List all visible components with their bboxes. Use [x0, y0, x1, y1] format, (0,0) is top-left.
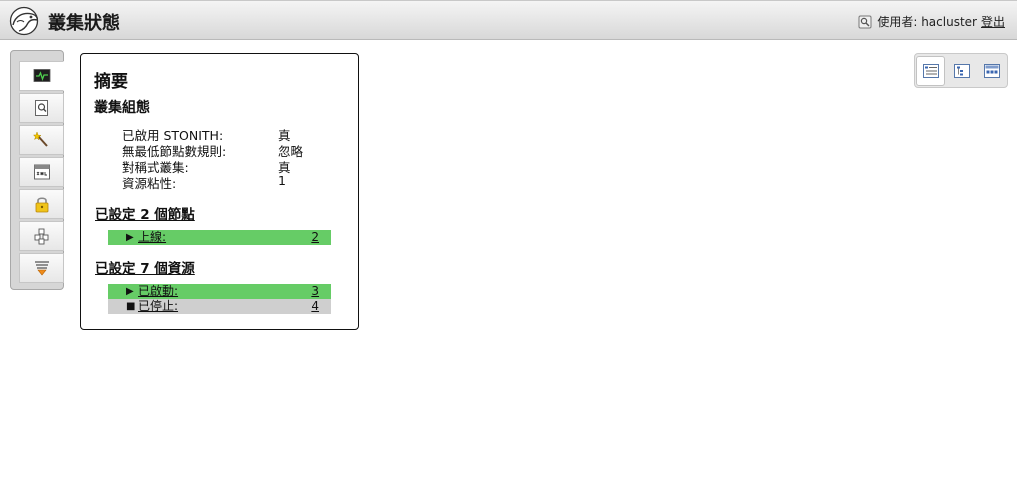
- user-area: 使用者: hacluster 登出: [858, 13, 1005, 30]
- sidebar: [10, 50, 64, 290]
- property-key: 資源粘性:: [122, 176, 177, 191]
- summary-title: 摘要: [94, 72, 128, 92]
- property-row: 對稱式叢集: 真: [122, 157, 352, 175]
- nodes-configured-link[interactable]: 已設定 2 個節點: [95, 203, 195, 223]
- monitor-icon: [33, 69, 50, 82]
- sidebar-item-access[interactable]: [19, 189, 64, 219]
- nodes-online-label[interactable]: 上線:: [138, 230, 166, 245]
- top-bar: 叢集狀態 使用者: hacluster 登出: [0, 0, 1017, 40]
- sidebar-item-batch[interactable]: [19, 253, 64, 283]
- sidebar-item-tools[interactable]: [19, 125, 64, 155]
- expand-arrow-icon: ▶: [126, 232, 134, 243]
- list-view-icon: [922, 64, 939, 78]
- property-row: 資源粘性: 1: [122, 173, 352, 191]
- tree-view-button[interactable]: [947, 56, 976, 86]
- grid-view-icon: [983, 64, 1000, 78]
- resources-stopped-row[interactable]: ■ 已停止: 4: [108, 299, 331, 314]
- user-label: 使用者: hacluster: [877, 15, 977, 29]
- nodes-online-row[interactable]: ▶ 上線: 2: [108, 230, 331, 245]
- chameleon-logo-icon: [9, 6, 39, 36]
- filter-icon: [34, 261, 49, 276]
- cluster-config-title: 叢集組態: [94, 100, 150, 116]
- sidebar-item-history[interactable]: [19, 93, 64, 123]
- property-row: 已啟用 STONITH: 真: [122, 125, 352, 143]
- stopped-square-icon: ■: [126, 301, 136, 312]
- resources-stopped-count[interactable]: 4: [311, 299, 319, 314]
- app-title: 叢集狀態: [48, 13, 120, 34]
- user-search-icon: [858, 15, 872, 28]
- property-row: 無最低節點數規則: 忽略: [122, 141, 352, 159]
- view-toggle-group: [914, 53, 1008, 88]
- nodes-online-count[interactable]: 2: [311, 230, 319, 245]
- xml-icon: [33, 164, 50, 180]
- lock-icon: [35, 197, 48, 213]
- resources-started-row[interactable]: ▶ 已啟動: 3: [108, 284, 331, 299]
- sidebar-item-dashboard[interactable]: [19, 61, 64, 91]
- resources-configured-link[interactable]: 已設定 7 個資源: [95, 257, 195, 277]
- expand-arrow-icon: ▶: [126, 286, 134, 297]
- grid-view-button[interactable]: [977, 56, 1006, 86]
- tree-view-icon: [953, 64, 970, 78]
- summary-view-button[interactable]: [916, 56, 945, 86]
- wand-icon: [32, 131, 48, 147]
- sidebar-item-config[interactable]: [19, 157, 64, 187]
- summary-panel: 摘要 叢集組態 已啟用 STONITH: 真 無最低節點數規則: 忽略 對稱式叢…: [80, 53, 359, 330]
- cubes-icon: [34, 228, 48, 245]
- resources-started-label[interactable]: 已啟動:: [138, 284, 178, 299]
- property-value: 1: [278, 173, 286, 188]
- resources-started-count[interactable]: 3: [311, 284, 319, 299]
- magnifier-document-icon: [34, 100, 48, 116]
- sidebar-item-wizards[interactable]: [19, 221, 64, 251]
- logout-link[interactable]: 登出: [981, 13, 1005, 30]
- resources-stopped-label[interactable]: 已停止:: [138, 299, 178, 314]
